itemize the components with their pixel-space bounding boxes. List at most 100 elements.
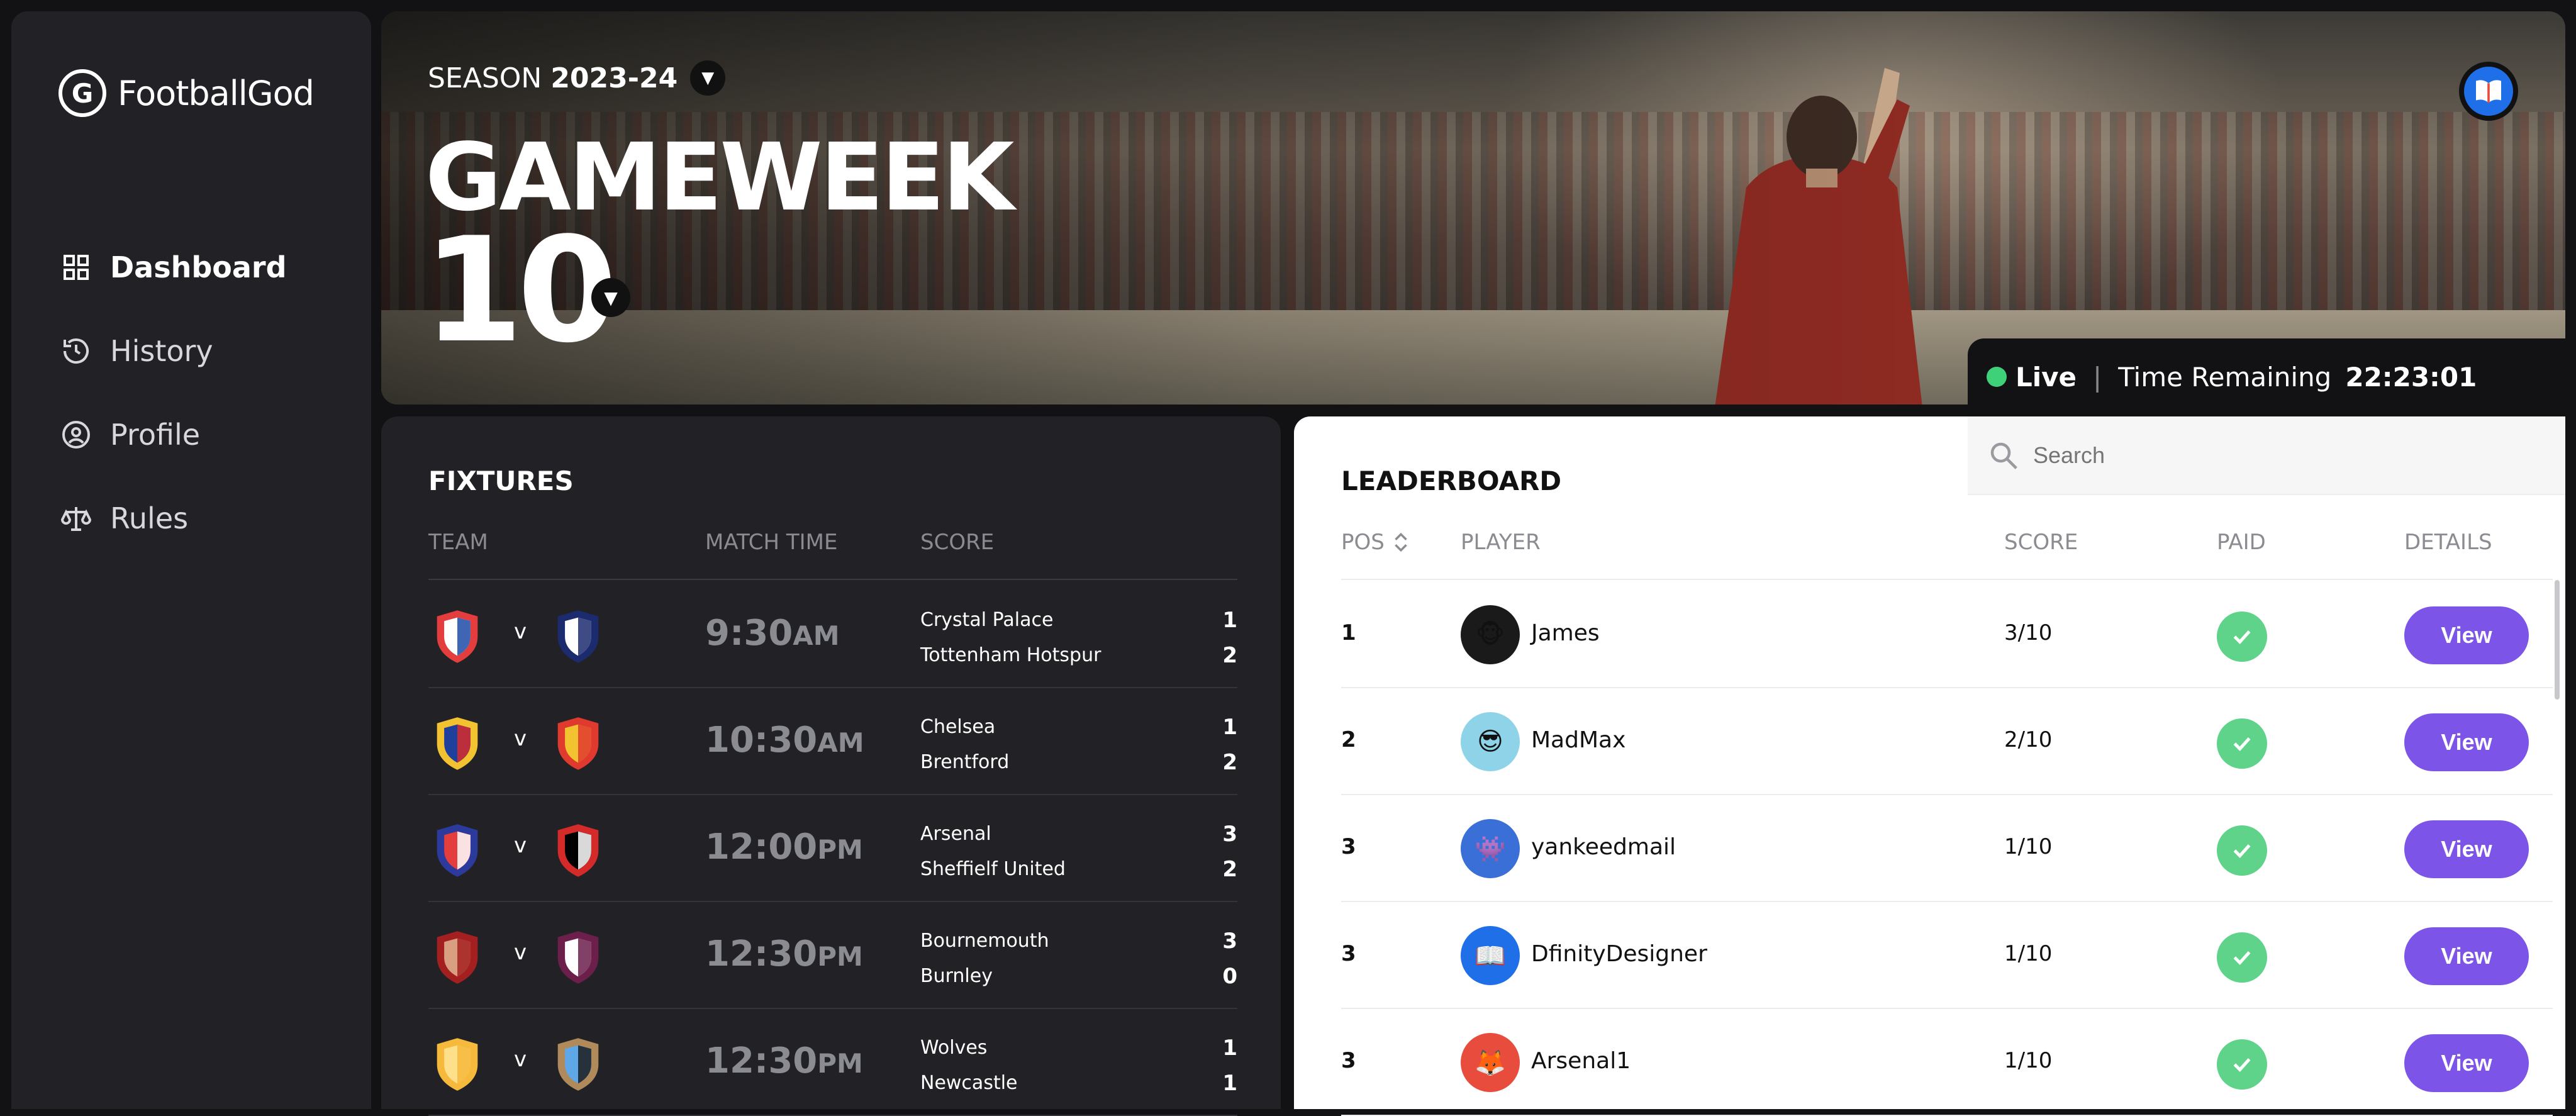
player-avatar[interactable]: 🦊: [1461, 1033, 1520, 1092]
column-header-score: SCORE: [2004, 530, 2078, 555]
match-time-ampm: PM: [817, 834, 863, 865]
scrollbar[interactable]: [2555, 580, 2560, 700]
away-team-crest-icon: [557, 1038, 599, 1091]
sidebar-item-label: Profile: [110, 417, 201, 452]
search-input[interactable]: [2033, 442, 2536, 469]
paid-check-icon: [2217, 932, 2267, 983]
away-team-crest-icon: [557, 610, 599, 663]
sidebar-item-label: Dashboard: [110, 250, 287, 284]
chevron-down-icon[interactable]: ▼: [591, 278, 630, 317]
home-team-score: 1: [1222, 715, 1237, 740]
fixture-row[interactable]: v 12:00PM Arsenal Sheffielf United 3 2: [428, 795, 1237, 902]
view-button[interactable]: View: [2404, 1034, 2529, 1092]
match-time-ampm: AM: [817, 727, 864, 758]
view-button[interactable]: View: [2404, 820, 2529, 878]
leaderboard-row: 3 🦊 Arsenal1 1/10 View: [1341, 1009, 2553, 1116]
home-team-name: Crystal Palace: [920, 609, 1054, 631]
fixture-row[interactable]: v 9:30AM Crystal Palace Tottenham Hotspu…: [428, 581, 1237, 688]
fixtures-title: FIXTURES: [428, 466, 574, 496]
match-time: 12:00PM: [705, 827, 863, 868]
player-avatar[interactable]: 👾: [1461, 819, 1520, 878]
view-button[interactable]: View: [2404, 713, 2529, 771]
season-label: SEASON: [428, 62, 542, 94]
player-name: yankeedmail: [1531, 834, 1676, 860]
header-divider: [1341, 579, 2553, 580]
versus-label: v: [514, 619, 527, 644]
logo-icon: G: [59, 69, 106, 117]
fixture-row[interactable]: v 10:30AM Chelsea Brentford 1 2: [428, 688, 1237, 795]
history-icon: [59, 333, 94, 369]
away-team-score: 2: [1222, 857, 1237, 882]
away-team-name: Burnley: [920, 965, 993, 987]
away-team-score: 2: [1222, 643, 1237, 668]
time-remaining-value: 22:23:01: [2345, 361, 2477, 393]
match-time-ampm: PM: [817, 1048, 863, 1079]
home-team-name: Wolves: [920, 1037, 988, 1059]
away-team-name: Tottenham Hotspur: [920, 644, 1101, 666]
away-team-name: Sheffielf United: [920, 858, 1066, 880]
status-separator: |: [2093, 361, 2102, 393]
leaderboard-row: 3 👾 yankeedmail 1/10 View: [1341, 795, 2553, 902]
home-team-crest-icon: [437, 824, 478, 877]
sidebar-nav: Dashboard History Profile Rules: [59, 225, 287, 560]
season-value: 2023-24: [550, 62, 678, 94]
column-header-score: SCORE: [920, 530, 995, 555]
home-team-name: Arsenal: [920, 823, 991, 845]
column-header-player: PLAYER: [1461, 530, 1541, 555]
season-selector[interactable]: SEASON 2023-24 ▼: [428, 60, 726, 96]
sidebar-item-profile[interactable]: Profile: [59, 393, 287, 476]
match-time: 9:30AM: [705, 613, 840, 654]
fixture-row[interactable]: v 12:30PM Bournemouth Burnley 3 0: [428, 902, 1237, 1009]
live-indicator-icon: [1987, 367, 2007, 387]
app-logo[interactable]: G FootballGod: [59, 59, 315, 128]
pos-header-label: POS: [1341, 530, 1385, 555]
away-team-crest-icon: [557, 824, 599, 877]
away-team-crest-icon: [557, 931, 599, 984]
book-icon: [2476, 80, 2501, 103]
player-score: 2/10: [2004, 727, 2053, 752]
player-avatar[interactable]: 😎: [1461, 712, 1520, 771]
fixture-row[interactable]: v 12:30PM Wolves Newcastle 1 1: [428, 1009, 1237, 1116]
view-button[interactable]: View: [2404, 927, 2529, 985]
player-position: 3: [1341, 1048, 1356, 1073]
away-team-crest-icon: [557, 717, 599, 770]
gameweek-number: 10: [423, 207, 618, 375]
view-button[interactable]: View: [2404, 606, 2529, 664]
versus-label: v: [514, 833, 527, 858]
sidebar-item-history[interactable]: History: [59, 309, 287, 393]
sidebar-item-rules[interactable]: Rules: [59, 476, 287, 560]
home-team-score: 1: [1222, 1035, 1237, 1061]
player-avatar[interactable]: 🐵: [1461, 605, 1520, 664]
versus-label: v: [514, 1047, 527, 1072]
player-score: 3/10: [2004, 620, 2053, 645]
match-time-ampm: PM: [817, 941, 863, 972]
home-team-score: 3: [1222, 929, 1237, 954]
versus-label: v: [514, 726, 527, 751]
player-avatar[interactable]: 📖: [1461, 926, 1520, 985]
user-avatar[interactable]: [2459, 62, 2518, 121]
home-team-crest-icon: [437, 610, 478, 663]
player-score: 1/10: [2004, 941, 2053, 966]
leaderboard-title: LEADERBOARD: [1341, 466, 1562, 496]
header-divider: [428, 579, 1237, 580]
chevron-down-icon[interactable]: ▼: [690, 60, 726, 96]
leaderboard-row: 1 🐵 James 3/10 View: [1341, 581, 2553, 688]
match-time: 10:30AM: [705, 720, 864, 761]
player-name: DfinityDesigner: [1531, 941, 1707, 967]
leaderboard-row: 3 📖 DfinityDesigner 1/10 View: [1341, 902, 2553, 1009]
column-header-paid: PAID: [2217, 530, 2266, 555]
sidebar-item-dashboard[interactable]: Dashboard: [59, 225, 287, 309]
app-name: FootballGod: [118, 73, 315, 113]
match-time-value: 10:30: [705, 720, 818, 761]
scales-icon: [59, 501, 94, 536]
player-name: Arsenal1: [1531, 1048, 1631, 1074]
match-time-value: 12:00: [705, 827, 818, 868]
home-team-crest-icon: [437, 717, 478, 770]
search-bar: [1968, 416, 2565, 495]
match-time: 12:30PM: [705, 934, 863, 974]
paid-check-icon: [2217, 611, 2267, 662]
paid-check-icon: [2217, 718, 2267, 769]
away-team-score: 1: [1222, 1071, 1237, 1096]
column-header-pos[interactable]: POS: [1341, 530, 1410, 555]
column-header-details: DETAILS: [2404, 530, 2492, 555]
